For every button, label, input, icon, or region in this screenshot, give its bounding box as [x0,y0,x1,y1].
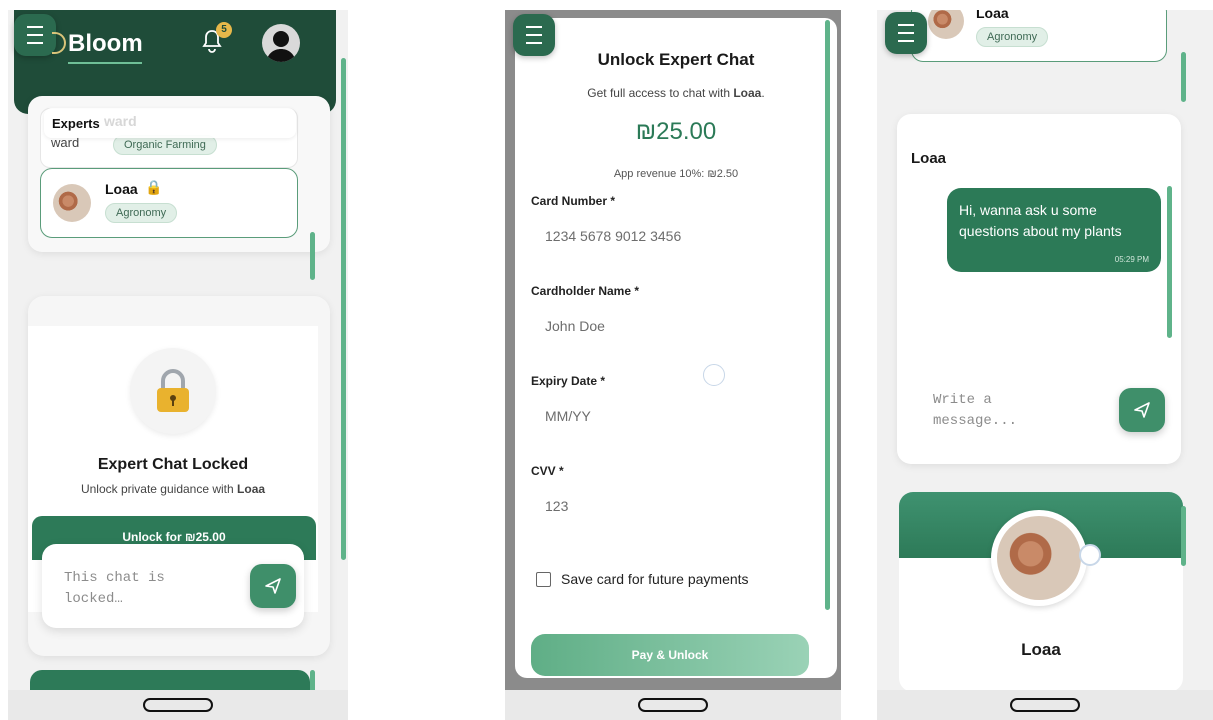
subtitle-text: Get full access to chat with [587,86,734,100]
lock-icon-circle [130,348,216,434]
expert-avatar [928,10,964,39]
home-indicator[interactable] [143,698,213,712]
specialty-chip: Agronomy [105,203,178,223]
save-card-checkbox[interactable] [536,572,551,587]
app-title-underline [68,62,142,64]
avatar[interactable] [262,24,300,62]
card-number-input[interactable]: 1234 5678 9012 3456 [531,220,821,254]
locked-subtitle-name: Loaa [237,482,266,496]
profile-name: Loaa [1021,640,1061,659]
menu-button[interactable] [885,12,927,54]
list-scrollbar[interactable] [1181,52,1186,102]
send-icon [265,578,281,594]
chat-scrollbar[interactable] [1167,186,1172,338]
page-scrollbar[interactable] [341,58,346,560]
system-nav-bar [877,690,1213,720]
expert-card-top[interactable]: Loaa Agronomy [911,10,1167,62]
unlock-button-label: Unlock for ₪25.00 [122,530,226,544]
loading-spinner-icon [703,364,725,386]
cvv-input[interactable]: 123 [531,490,821,524]
online-status-icon [1079,544,1101,566]
card-number-label: Card Number * [531,194,616,208]
user-silhouette-icon [266,31,296,62]
locked-input-bar: This chat is locked… [42,544,304,628]
message-input[interactable]: Write a message... [933,390,1043,432]
locked-message-input[interactable]: This chat is locked… [64,568,204,610]
subtitle-name: Loaa [733,86,762,100]
cardholder-input[interactable]: John Doe [531,310,821,344]
expiry-input[interactable]: MM/YY [531,400,821,434]
pay-unlock-label: Pay & Unlock [631,648,709,662]
lock-icon: 🔒 [145,179,163,195]
pay-unlock-button[interactable]: Pay & Unlock [531,634,809,676]
profile-avatar[interactable] [997,516,1081,600]
message-text: Hi, wanna ask u some questions about my … [959,202,1122,239]
system-nav-bar [8,690,348,720]
send-button[interactable] [1119,388,1165,432]
sheet-scrollbar[interactable] [825,20,830,610]
menu-button[interactable] [14,14,56,56]
system-nav-bar [505,690,841,720]
menu-icon [27,23,43,47]
expiry-label: Expiry Date * [531,374,606,388]
home-indicator[interactable] [1010,698,1080,712]
padlock-icon [157,369,189,412]
notification-bell-button[interactable]: 5 [200,22,232,58]
locked-subtitle-text: Unlock private guidance with [80,482,238,496]
specialty-chip: Agronomy [976,27,1049,47]
expert-name: Loaa [976,10,1009,21]
price-amount: ₪25.00 [635,118,717,145]
expert-avatar [53,184,91,222]
cvv-label: CVV * [531,464,564,478]
revenue-note: App revenue 10%: ₪2.50 [613,168,739,180]
home-indicator[interactable] [638,698,708,712]
payment-title: Unlock Expert Chat [597,50,755,69]
chat-header-name: Loaa [911,150,947,167]
send-icon [1134,402,1150,418]
phone-screen-payment: Unlock Expert Chat Get full access to ch… [505,10,841,720]
experts-sticky-label-bar: Experts ward [44,108,296,138]
chat-message-bubble[interactable]: Hi, wanna ask u some questions about my … [947,188,1161,272]
locked-subtitle: Unlock private guidance with Loaa [28,482,318,496]
phone-screen-experts: Bloom 5 ward Organic Farming Experts war… [8,10,348,720]
menu-icon [526,23,542,47]
faded-expert-name: ward [104,113,137,129]
message-time: 05:29 PM [1114,255,1149,264]
app-title: Bloom [68,30,143,57]
send-button[interactable] [250,564,296,608]
subtitle-suffix: . [761,86,765,100]
page-scrollbar[interactable] [1181,506,1186,566]
notification-badge: 5 [216,22,232,38]
specialty-chip: Organic Farming [113,135,217,155]
payment-subtitle: Get full access to chat with Loaa. [515,86,837,100]
phone-screen-chat: Loaa Agronomy Loaa Hi, wanna ask u some … [877,10,1213,720]
message-input-bar: Write a message... [911,366,1169,450]
locked-title: Expert Chat Locked [97,456,249,473]
save-card-label[interactable]: Save card for future payments [561,571,749,587]
menu-icon [898,21,914,45]
list-scrollbar[interactable] [310,232,315,280]
experts-label: Experts [52,116,100,131]
profile-avatar-ring [991,510,1087,606]
expert-name: Loaa [105,181,138,197]
expert-card-selected[interactable]: Loaa 🔒 Agronomy [40,168,298,238]
cardholder-label: Cardholder Name * [531,284,640,298]
